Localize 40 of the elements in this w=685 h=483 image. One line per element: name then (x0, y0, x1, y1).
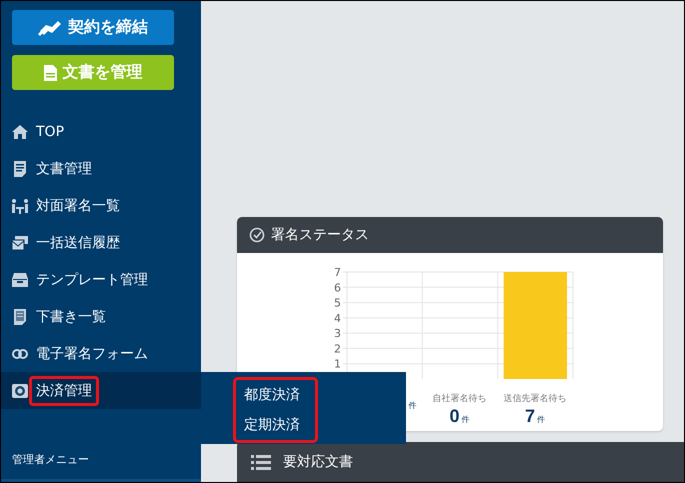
unit-label: 件 (537, 414, 545, 425)
people-icon (12, 198, 28, 214)
section-label: 管理者メニュー (11, 452, 90, 467)
coin-icon (12, 384, 28, 398)
unit-label: 件 (462, 414, 470, 425)
nav-item[interactable]: 一括送信履歴 (1, 224, 201, 261)
axis-tick-label: 2 (334, 342, 341, 356)
axis-tick-label: 6 (334, 281, 341, 294)
nav-item[interactable]: TOP (1, 113, 201, 150)
draft-icon (14, 308, 26, 324)
highlight-outline: 決済管理 (29, 376, 99, 406)
link-icon (12, 348, 28, 358)
home-icon (12, 124, 28, 138)
nav-item[interactable]: 電子署名フォーム (1, 335, 201, 372)
nav-item[interactable]: 文書管理 (1, 150, 201, 187)
axis-tick-label: 1 (334, 358, 341, 371)
nav-item[interactable]: 決済管理 (1, 372, 201, 409)
axis-tick-label: 3 (334, 327, 341, 340)
unit-label: 件 (408, 400, 416, 411)
submenu-item[interactable]: 定期決済 (236, 416, 315, 434)
mail-stack-icon (12, 236, 28, 250)
document-icon (44, 64, 56, 80)
section-title: 要対応文書 (283, 453, 353, 472)
axis-tick-label: 5 (334, 296, 341, 310)
check-circle-icon (249, 227, 265, 243)
axis-tick-label: 7 (334, 266, 341, 279)
stat-label: 送信先署名待ち (504, 392, 566, 406)
stat-label: 自社署名待ち (432, 392, 486, 406)
nav-item[interactable]: 対面署名一覧 (1, 187, 201, 224)
nav-item[interactable]: 下書き一覧 (1, 298, 201, 335)
axis-tick-label: 4 (334, 312, 341, 325)
nav-item[interactable]: テンプレート管理 (1, 261, 201, 298)
box-icon (12, 272, 28, 286)
submenu-item[interactable]: 都度決済 (236, 386, 315, 404)
card-title: 署名ステータス (271, 226, 369, 244)
document-icon (14, 160, 26, 176)
contract-button[interactable]: 契約を締結 (12, 10, 174, 45)
list-icon (251, 454, 271, 470)
stat-count: 0 (449, 406, 460, 427)
stat-count: 7 (524, 406, 535, 427)
